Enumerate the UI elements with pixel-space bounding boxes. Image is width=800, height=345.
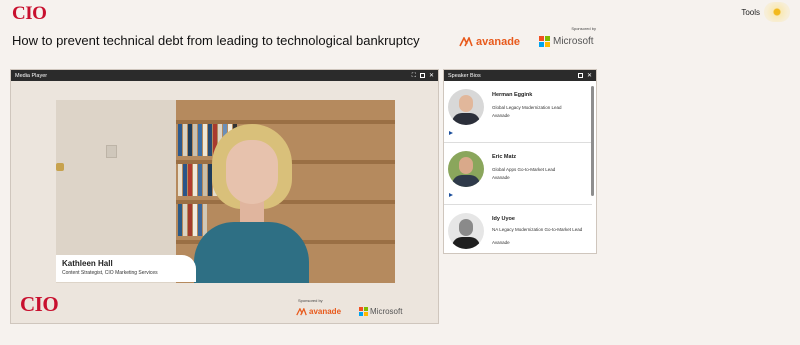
speaker-bios-titlebar: Speaker Bios ✕ <box>444 70 596 81</box>
video-sponsor-banner: Sponsored by avanade Microsoft <box>296 298 426 320</box>
maximize-icon[interactable] <box>419 73 425 78</box>
bio-org: Avanade <box>492 175 510 180</box>
bio-name: Idy Uyoe <box>492 216 515 222</box>
microsoft-wordmark: Microsoft <box>370 307 403 316</box>
speaker-video-figure <box>194 124 309 283</box>
maximize-icon[interactable] <box>577 73 583 78</box>
microsoft-logo: Microsoft <box>539 36 594 47</box>
bio-org: Avanade <box>492 240 510 245</box>
speaker-sweater <box>194 222 309 283</box>
cio-logo: CIO <box>12 3 47 24</box>
page-title: How to prevent technical debt from leadi… <box>12 33 420 48</box>
bio-name: Eric Matz <box>492 154 517 160</box>
cio-logo-video: CIO <box>20 292 59 316</box>
media-player-titlebar: Media Player ⛶ ✕ <box>11 70 438 81</box>
microsoft-wordmark: Microsoft <box>553 36 594 47</box>
play-icon[interactable] <box>449 131 453 135</box>
sponsor-banner: Sponsored by avanade Microsoft <box>455 26 600 54</box>
speaker-bio-item[interactable]: Herman Eggink Global Legacy Modernizatio… <box>444 81 592 143</box>
avanade-mark-icon <box>296 307 307 315</box>
bio-role: Global Apps Go-to-Market Lead <box>492 167 556 172</box>
microsoft-squares-icon <box>539 36 550 47</box>
bio-org: Avanade <box>492 113 510 118</box>
tools-indicator-icon <box>764 2 790 22</box>
avatar <box>448 151 484 187</box>
avanade-logo: avanade <box>296 307 341 316</box>
speaker-bios-scrollbar[interactable] <box>591 86 594 196</box>
close-icon[interactable]: ✕ <box>429 73 434 79</box>
fullscreen-icon[interactable]: ⛶ <box>412 73 416 79</box>
speaker-bios-controls: ✕ <box>577 73 592 79</box>
avanade-mark-icon <box>459 37 473 47</box>
media-player-controls: ⛶ ✕ <box>412 73 434 79</box>
sponsored-label: Sponsored by <box>571 26 596 31</box>
bio-name: Herman Eggink <box>492 92 533 98</box>
tools-label: Tools <box>741 7 760 17</box>
microsoft-squares-icon <box>359 307 368 316</box>
media-player-panel: Media Player ⛶ ✕ Kathleen Hall Content S… <box>10 69 439 324</box>
door-handle <box>56 163 64 171</box>
speaker-name: Kathleen Hall <box>62 259 113 268</box>
close-icon[interactable]: ✕ <box>587 73 592 79</box>
speaker-bios-title: Speaker Bios <box>448 72 481 79</box>
speaker-face <box>226 140 278 204</box>
avanade-logo: avanade <box>459 36 520 48</box>
speaker-bios-list[interactable]: Herman Eggink Global Legacy Modernizatio… <box>444 81 596 253</box>
speaker-bio-item[interactable]: Eric Matz Global Apps Go-to-Market Lead … <box>444 143 592 205</box>
play-icon[interactable] <box>449 193 453 197</box>
speaker-lower-third: Kathleen Hall Content Strategist, CIO Ma… <box>56 255 196 282</box>
bio-role: NA Legacy Modernization Go-to-Market Lea… <box>492 227 583 232</box>
avanade-wordmark: avanade <box>309 307 342 316</box>
bio-role: Global Legacy Modernization Lead <box>492 105 562 110</box>
sponsored-label: Sponsored by <box>298 298 323 303</box>
avanade-wordmark: avanade <box>476 36 521 48</box>
speaker-bios-panel: Speaker Bios ✕ Herman Eggink Global Lega… <box>443 69 597 254</box>
speaker-bio-item[interactable]: Idy Uyoe NA Legacy Modernization Go-to-M… <box>444 205 592 253</box>
speaker-role: Content Strategist, CIO Marketing Servic… <box>62 270 158 276</box>
media-player-title: Media Player <box>15 72 48 79</box>
avatar <box>448 89 484 125</box>
microsoft-logo: Microsoft <box>359 307 402 316</box>
avatar <box>448 213 484 249</box>
light-switch <box>106 145 117 158</box>
tools-button[interactable]: Tools <box>741 2 790 22</box>
